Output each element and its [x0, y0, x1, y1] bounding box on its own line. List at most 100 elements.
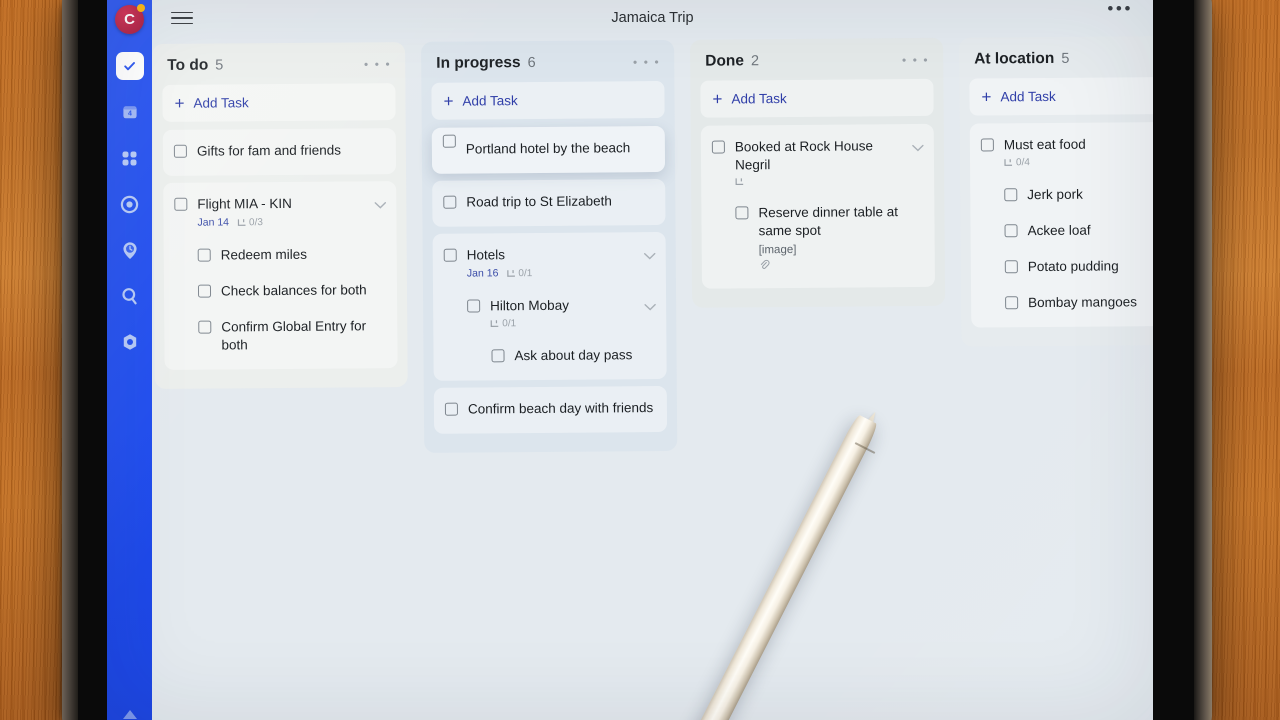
task-meta: 0/1 [490, 317, 634, 329]
task-body: Jerk pork [1027, 185, 1153, 204]
column-overflow-menu-button[interactable]: • • • [364, 57, 391, 71]
plus-icon: + [712, 89, 723, 109]
chevron-up-icon [121, 708, 139, 720]
task-title: Hilton Mobay [490, 297, 569, 314]
column-overflow-menu-button[interactable]: • • • [902, 53, 929, 67]
attachment-clip-icon [759, 258, 925, 273]
chevron-down-icon[interactable] [912, 139, 924, 157]
task-checkbox[interactable] [735, 206, 749, 220]
add-task-button[interactable]: + Add Task [162, 83, 396, 122]
task-due-date: Jan 16 [466, 267, 499, 280]
tablet-right-edge [1194, 0, 1212, 720]
plus-icon: + [443, 91, 454, 111]
task-checkbox[interactable] [1004, 260, 1018, 274]
task-title: Road trip to St Elizabeth [466, 193, 612, 210]
task-card[interactable]: Gifts for fam and friends [162, 128, 397, 176]
task-checkbox[interactable] [491, 349, 505, 363]
sidebar-item-search[interactable] [116, 282, 144, 310]
avatar[interactable]: C [115, 4, 145, 34]
task-checkbox[interactable] [1005, 296, 1019, 310]
task-row[interactable]: Confirm beach day with friends [434, 390, 667, 428]
task-row[interactable]: Ackee loaf [970, 212, 1153, 250]
task-card[interactable]: Road trip to St Elizabeth [432, 178, 666, 227]
task-title: Potato pudding [1027, 258, 1119, 275]
chevron-down-icon[interactable] [644, 298, 656, 316]
notification-dot [137, 4, 145, 12]
task-due-date: Jan 14 [197, 216, 230, 229]
task-checkbox[interactable] [444, 402, 458, 416]
sidebar-item-calendar[interactable]: 4 [116, 98, 144, 126]
grid-apps-icon [121, 150, 138, 167]
task-row[interactable]: Hilton Mobay 0/1 [433, 287, 666, 339]
task-row[interactable]: Potato pudding [971, 248, 1153, 286]
sidebar-item-tasks[interactable] [115, 52, 144, 80]
task-row[interactable]: Check balances for both [164, 272, 397, 310]
task-title: Redeem miles [220, 246, 308, 263]
add-task-button[interactable]: + Add Task [969, 76, 1153, 116]
task-title: Ackee loaf [1027, 222, 1091, 239]
task-checkbox[interactable] [443, 248, 457, 262]
task-checkbox[interactable] [1004, 224, 1018, 238]
column-overflow-menu-button[interactable]: • • • [633, 55, 660, 69]
task-row[interactable]: Portland hotel by the beach [432, 130, 665, 168]
task-card[interactable]: Must eat food 0/4 Jerk pork Ackee loaf Potat… [969, 121, 1153, 328]
task-row[interactable]: Flight MIA - KIN Jan 14 0/3 [163, 185, 396, 238]
task-checkbox[interactable] [197, 284, 212, 298]
subtask-count-value: 0/1 [518, 267, 533, 279]
task-title: Flight MIA - KIN [197, 195, 292, 212]
subtask-count-value: 0/1 [502, 318, 517, 330]
task-title: Confirm beach day with friends [467, 400, 654, 417]
task-card[interactable]: Portland hotel by the beach [431, 125, 666, 174]
task-checkbox[interactable] [197, 248, 211, 262]
task-checkbox[interactable] [174, 197, 188, 211]
task-row[interactable]: Road trip to St Elizabeth [432, 183, 665, 221]
board-overflow-menu-button[interactable]: ••• [1107, 0, 1133, 17]
task-checkbox[interactable] [198, 320, 212, 334]
task-row[interactable]: Booked at Rock House Negril [701, 128, 935, 196]
task-body: Confirm Global Entry for both [221, 317, 387, 354]
task-row[interactable]: Ask about day pass [433, 337, 666, 375]
task-body: Reserve dinner table at same spot [image] [758, 203, 925, 273]
subtask-count-value: 0/4 [1015, 157, 1030, 169]
task-body: Bombay mangoes [1028, 293, 1153, 312]
location-clock-icon [121, 241, 139, 260]
task-card[interactable]: Booked at Rock House Negril Reserve dinne… [700, 123, 935, 289]
task-row[interactable]: Must eat food 0/4 [970, 126, 1153, 178]
task-card[interactable]: Flight MIA - KIN Jan 14 0/3 Redeem miles Che… [163, 181, 398, 370]
task-title: Reserve dinner table at same spot [758, 204, 899, 239]
task-checkbox[interactable] [711, 140, 725, 154]
chevron-down-icon[interactable] [644, 247, 656, 265]
task-checkbox[interactable] [980, 138, 994, 152]
sidebar-item-reminders[interactable] [116, 236, 144, 264]
column-count: 2 [750, 53, 760, 70]
task-row[interactable]: Reserve dinner table at same spot [image] [701, 194, 935, 283]
chevron-down-icon[interactable] [374, 196, 387, 214]
column-title: At location [974, 49, 1055, 68]
task-checkbox[interactable] [1004, 188, 1018, 202]
task-row[interactable]: Gifts for fam and friends [163, 132, 396, 170]
task-subtask-count: 0/3 [237, 217, 263, 228]
add-task-button[interactable]: + Add Task [700, 78, 934, 118]
task-row[interactable]: Jerk pork [970, 176, 1153, 214]
task-subtask-count: 0/1 [506, 268, 532, 279]
task-meta: 0/4 [1004, 156, 1153, 168]
task-checkbox[interactable] [443, 195, 457, 209]
task-checkbox[interactable] [467, 299, 481, 313]
column-header: At location5• • • [969, 45, 1153, 79]
task-checkbox[interactable] [173, 144, 187, 158]
svg-text:4: 4 [128, 111, 132, 118]
plus-icon: + [981, 87, 992, 107]
task-checkbox[interactable] [442, 134, 456, 148]
sidebar-item-focus[interactable] [116, 190, 144, 218]
add-task-button[interactable]: + Add Task [431, 80, 665, 120]
task-card[interactable]: Hotels Jan 16 0/1 Hilton Mobay 0/1 Ask about … [432, 231, 667, 381]
task-row[interactable]: Hotels Jan 16 0/1 [433, 236, 666, 289]
task-card[interactable]: Confirm beach day with friends [433, 385, 668, 434]
sidebar-item-more[interactable] [121, 707, 139, 720]
sidebar-item-apps[interactable] [116, 144, 144, 172]
task-row[interactable]: Redeem miles [164, 236, 397, 274]
task-row[interactable]: Confirm Global Entry for both [164, 308, 397, 364]
task-row[interactable]: Bombay mangoes [971, 284, 1153, 322]
task-body: Ackee loaf [1027, 221, 1153, 240]
sidebar-item-settings[interactable] [116, 328, 144, 356]
